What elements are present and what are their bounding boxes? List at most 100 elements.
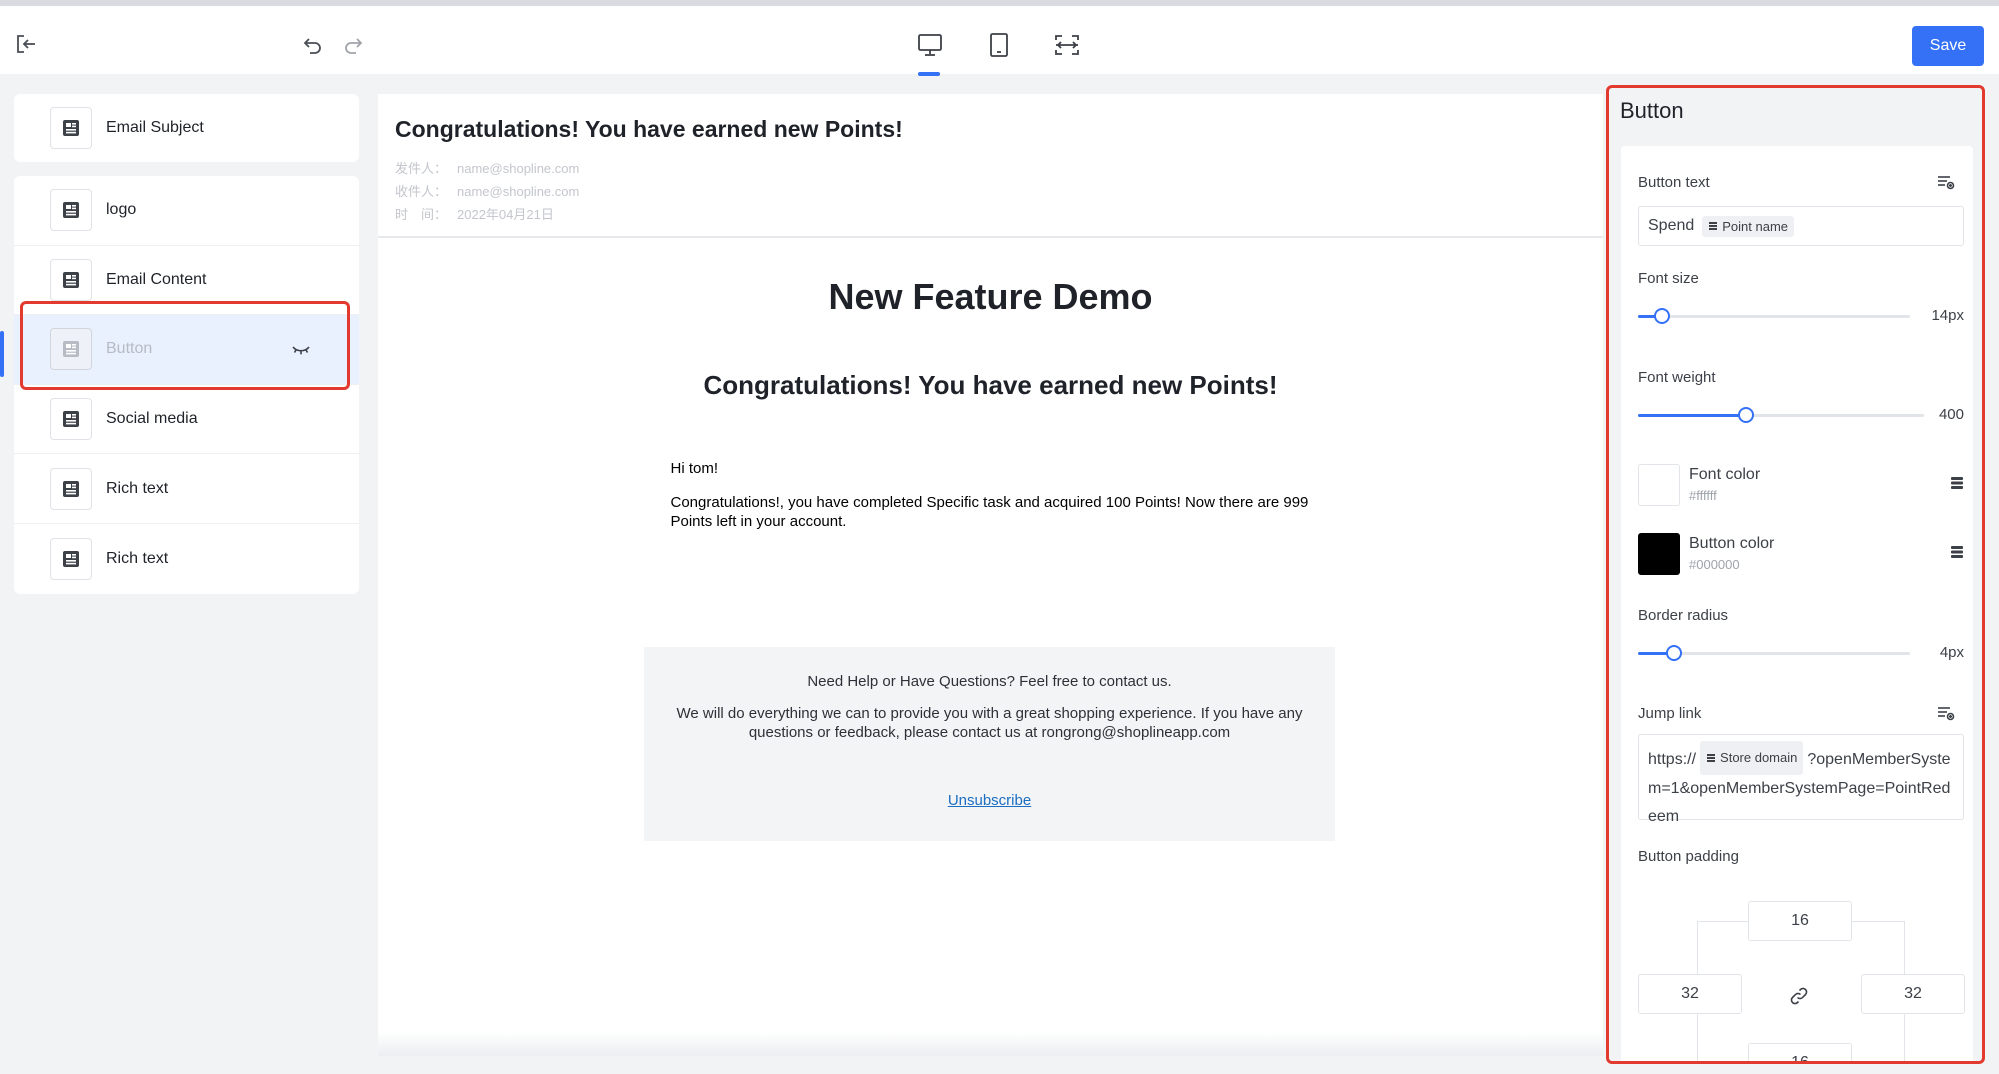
selected-indicator (0, 331, 4, 378)
block-label: Rich text (106, 549, 169, 567)
button-text-prefix: Spend (1648, 217, 1695, 234)
border-radius-slider[interactable]: 4px (1638, 644, 1964, 661)
block-icon (50, 398, 92, 441)
tablet-view-icon[interactable] (982, 28, 1016, 62)
redo-icon[interactable] (340, 32, 366, 58)
database-icon (1709, 222, 1718, 230)
block-item-social-media[interactable]: Social media (14, 385, 359, 455)
meta-key: 收件人： (395, 184, 448, 199)
unsubscribe-link[interactable]: Unsubscribe (948, 792, 1031, 809)
slider-fill (1638, 414, 1746, 417)
tag-label: Store domain (1720, 750, 1798, 765)
meta-recipient: 收件人： name@shopline.com (395, 180, 1586, 203)
border-radius-label: Border radius (1638, 607, 1729, 624)
block-label: Email Content (106, 270, 207, 288)
eye-closed-icon[interactable] (291, 343, 311, 361)
email-footer: Need Help or Have Questions? Feel free t… (644, 647, 1335, 841)
email-body: Hi tom! Congratulations!, you have compl… (671, 459, 1311, 531)
fullscreen-view-icon[interactable] (1050, 28, 1084, 62)
meta-time: 时 间： 2022年04月21日 (395, 203, 1586, 226)
undo-icon[interactable] (300, 32, 326, 58)
meta-key: 发件人： (395, 161, 448, 176)
settings-body: Button text Spend Point name Font size 1… (1621, 146, 1973, 1064)
block-icon (50, 189, 92, 232)
block-icon (50, 258, 92, 301)
email-title: New Feature Demo (828, 276, 1153, 317)
canvas-bottom-fade (378, 1032, 1603, 1056)
slider-thumb[interactable] (1738, 407, 1754, 423)
store-domain-tag[interactable]: Store domain (1700, 741, 1804, 775)
font-weight-label: Font weight (1638, 369, 1716, 386)
block-label: Email Subject (106, 119, 204, 136)
meta-sender: 发件人： name@shopline.com (395, 157, 1586, 180)
font-weight-slider[interactable]: 400 (1638, 406, 1964, 423)
link-icon[interactable] (1787, 984, 1811, 1008)
button-color-hex: #000000 (1689, 557, 1740, 572)
block-icon (50, 467, 92, 510)
block-icon (50, 537, 92, 580)
email-subject: Congratulations! You have earned new Poi… (395, 116, 903, 142)
save-button[interactable]: Save (1912, 26, 1984, 66)
email-subject-block[interactable]: Email Subject (14, 94, 359, 162)
database-icon[interactable] (1950, 545, 1964, 564)
font-weight-value: 400 (1938, 406, 1964, 423)
slider-thumb[interactable] (1666, 645, 1682, 661)
font-size-slider[interactable]: 14px (1638, 307, 1964, 324)
button-color-label: Button color (1689, 535, 1775, 552)
block-item-rich-text[interactable]: Rich text (14, 454, 359, 524)
button-color-swatch[interactable] (1638, 533, 1680, 575)
block-icon (50, 107, 92, 149)
padding-right-input[interactable]: 32 (1861, 974, 1965, 1014)
block-label: Rich text (106, 479, 169, 497)
font-size-label: Font size (1638, 270, 1699, 287)
padding-bottom-input[interactable]: 16 (1748, 1043, 1852, 1064)
email-header: Congratulations! You have earned new Poi… (378, 94, 1603, 238)
meta-key: 时 间： (395, 207, 448, 222)
font-color-row: Font color #ffffff (1638, 464, 1964, 506)
padding-left-input[interactable]: 32 (1638, 974, 1742, 1014)
settings-panel: Button Button text Spend Point name Font… (1607, 84, 1987, 1064)
padding-top-input[interactable]: 16 (1748, 901, 1852, 941)
block-label: Button (106, 340, 153, 358)
content-blocks-list: logo Email Content Button Social media R… (0, 176, 359, 594)
top-toolbar: Save (0, 0, 1999, 76)
font-color-hex: #ffffff (1689, 488, 1717, 503)
footer-feedback-text: We will do everything we can to provide … (676, 705, 1303, 741)
insert-variable-icon[interactable] (1937, 705, 1955, 726)
block-label: logo (106, 201, 137, 219)
footer-help-text: Need Help or Have Questions? Feel free t… (807, 673, 1172, 690)
point-name-tag[interactable]: Point name (1702, 215, 1795, 237)
block-item-email-content[interactable]: Email Content (14, 246, 359, 316)
block-label: Social media (106, 410, 198, 428)
tag-label: Point name (1722, 218, 1789, 234)
slider-track (1638, 315, 1910, 318)
active-device-indicator (918, 72, 940, 76)
email-body-text: Congratulations!, you have completed Spe… (670, 494, 1309, 530)
jump-link-prefix: https:// (1648, 751, 1697, 768)
button-text-label: Button text (1638, 174, 1710, 191)
jump-link-input[interactable]: https://Store domain ?openMemberSystem=1&… (1638, 734, 1964, 825)
block-list-panel: Email Subject logo Email Content Button (0, 94, 359, 594)
font-color-label: Font color (1689, 466, 1761, 483)
database-icon (1707, 754, 1716, 762)
email-subtitle: Congratulations! You have earned new Poi… (703, 370, 1278, 400)
block-item-rich-text[interactable]: Rich text (14, 524, 359, 594)
block-icon (50, 328, 92, 371)
meta-value: name@shopline.com (457, 184, 580, 199)
email-preview-canvas: Congratulations! You have earned new Poi… (378, 94, 1603, 1056)
exit-icon[interactable] (12, 30, 40, 58)
block-item-button[interactable]: Button (0, 315, 359, 385)
button-padding-label: Button padding (1638, 848, 1739, 865)
border-radius-value: 4px (1939, 644, 1964, 661)
button-color-row: Button color #000000 (1638, 533, 1964, 575)
block-item-logo[interactable]: logo (14, 176, 359, 246)
meta-value: name@shopline.com (457, 161, 580, 176)
jump-link-label: Jump link (1638, 705, 1702, 722)
font-size-value: 14px (1931, 307, 1964, 324)
database-icon[interactable] (1950, 476, 1964, 495)
desktop-view-icon[interactable] (913, 28, 947, 62)
slider-thumb[interactable] (1654, 308, 1670, 324)
font-color-swatch[interactable] (1638, 464, 1680, 506)
insert-variable-icon[interactable] (1937, 174, 1955, 195)
button-text-input[interactable]: Spend Point name (1638, 206, 1964, 246)
